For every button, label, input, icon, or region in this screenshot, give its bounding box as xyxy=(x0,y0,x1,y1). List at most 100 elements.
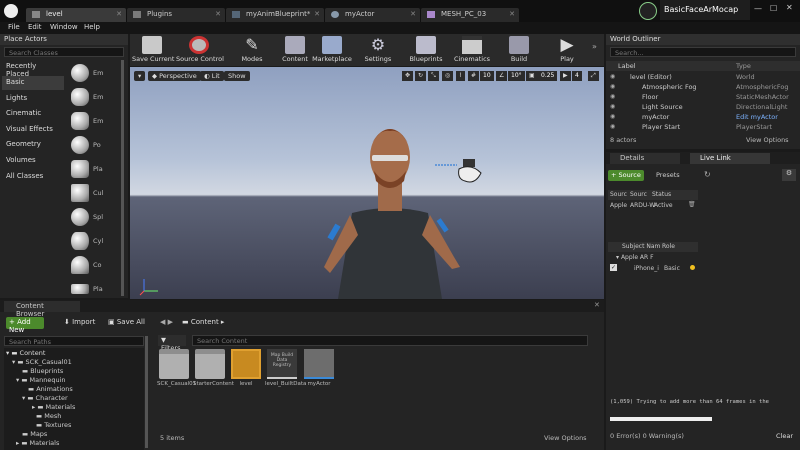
tree-item-textures[interactable]: ▬ Textures xyxy=(36,421,71,430)
tab-level[interactable]: level ✕ xyxy=(26,8,126,22)
back-arrow-icon[interactable]: ◀ ▶ xyxy=(160,318,173,326)
outliner-row-floor[interactable]: ◉ Floor StaticMeshActor xyxy=(606,92,800,102)
category-volumes[interactable]: Volumes xyxy=(2,154,64,168)
grid-snap-value[interactable]: 10 xyxy=(480,71,494,81)
tree-item-mannequin[interactable]: ▾ ▬ Mannequin xyxy=(16,376,66,385)
actor-gizmo-icon[interactable] xyxy=(435,155,485,187)
outliner-row-level[interactable]: ◉ level (Editor) World xyxy=(606,72,800,82)
outliner-row-myactor[interactable]: ◉ myActor Edit myActor xyxy=(606,112,800,122)
build-button[interactable]: Build xyxy=(502,34,536,66)
place-actors-scrollbar[interactable] xyxy=(121,60,124,296)
grid-snap-icon[interactable]: # xyxy=(468,71,480,81)
breadcrumb[interactable]: ▬ Content ▸ xyxy=(182,318,224,326)
close-icon[interactable]: ✕ xyxy=(314,10,320,18)
tab-plugins[interactable]: Plugins ✕ xyxy=(127,8,225,22)
tree-item-blueprints[interactable]: ▬ Blueprints xyxy=(22,367,63,376)
search-classes-input[interactable]: Search Classes xyxy=(4,47,124,57)
category-lights[interactable]: Lights xyxy=(2,92,64,106)
rotation-snap-value[interactable]: 10° xyxy=(508,71,525,81)
category-visual-effects[interactable]: Visual Effects xyxy=(2,123,64,137)
modes-button[interactable]: ✎ Modes xyxy=(234,34,270,66)
play-button[interactable]: ▶ Play xyxy=(550,34,584,66)
place-item-point-light[interactable]: Po xyxy=(68,134,120,156)
place-item-sphere[interactable]: Spl xyxy=(68,206,120,228)
category-recently-placed[interactable]: Recently Placed xyxy=(2,60,64,78)
level-viewport[interactable]: ▾ ◆ Perspective ◐ Lit Show ✥ ↻ ⤡ ◎ ⌇ # 1… xyxy=(130,67,604,299)
maximize-viewport-icon[interactable]: ⤢ xyxy=(588,71,599,81)
asset-level[interactable]: level xyxy=(229,349,263,395)
tab-myactor[interactable]: myActor ✕ xyxy=(325,8,420,22)
category-all-classes[interactable]: All Classes xyxy=(2,170,64,184)
place-item-cube[interactable]: Cul xyxy=(68,182,120,204)
source-row[interactable]: Apple ARDU-W Active 🗑 xyxy=(608,201,698,211)
eye-icon[interactable]: ◉ xyxy=(610,83,615,90)
presets-button[interactable]: Presets xyxy=(656,171,680,179)
camera-speed-value[interactable]: 4 xyxy=(572,71,582,81)
tree-item-materials[interactable]: ▸ ▬ Materials xyxy=(32,403,75,412)
translate-tool-icon[interactable]: ✥ xyxy=(402,71,414,81)
subject-group[interactable]: ▾ Apple AR F xyxy=(616,254,654,261)
category-geometry[interactable]: Geometry xyxy=(2,138,64,152)
asset-myactor[interactable]: myActor xyxy=(302,349,336,395)
add-new-button[interactable]: + Add New xyxy=(6,317,44,334)
edit-myactor-link[interactable]: Edit myActor xyxy=(736,113,778,121)
place-item-cylinder[interactable]: Cyl xyxy=(68,230,120,252)
subject-row[interactable]: ✓ iPhone_i Basic xyxy=(608,264,700,274)
place-item-empty-pawn[interactable]: Em xyxy=(68,110,120,132)
close-window-button[interactable]: ✕ xyxy=(786,3,793,12)
save-current-button[interactable]: Save Current xyxy=(132,34,174,66)
eye-icon[interactable]: ◉ xyxy=(610,93,615,100)
content-view-options[interactable]: View Options xyxy=(544,434,587,442)
close-icon[interactable]: ✕ xyxy=(594,301,600,309)
scale-tool-icon[interactable]: ⤡ xyxy=(428,71,439,81)
world-space-icon[interactable]: ◎ xyxy=(442,71,454,81)
tree-item-animations[interactable]: ▬ Animations xyxy=(28,385,73,394)
settings-button[interactable]: ⚙ Settings xyxy=(360,34,396,66)
filters-button[interactable]: ▼ Filters xyxy=(158,335,186,352)
content-button[interactable]: Content xyxy=(280,34,310,66)
tab-mesh-pc-03[interactable]: MESH_PC_03 ✕ xyxy=(421,8,519,22)
asset-level-builtdata[interactable]: Map Build Data Registry level_BuiltData xyxy=(265,349,306,395)
subject-checkbox[interactable]: ✓ xyxy=(610,264,617,271)
asset-startercontent[interactable]: StarterContent xyxy=(193,349,234,395)
close-icon[interactable]: ✕ xyxy=(410,10,416,18)
refresh-icon[interactable]: ↻ xyxy=(704,170,711,179)
search-paths-input[interactable]: Search Paths xyxy=(4,336,144,346)
menu-window[interactable]: Window xyxy=(50,23,78,31)
tree-item-maps[interactable]: ▬ Maps xyxy=(22,430,47,439)
outliner-row-atmospheric-fog[interactable]: ◉ Atmospheric Fog AtmosphericFog xyxy=(606,82,800,92)
tab-details[interactable]: Details xyxy=(610,153,680,164)
scale-snap-icon[interactable]: ▣ xyxy=(526,71,538,81)
close-icon[interactable]: ✕ xyxy=(116,10,122,18)
place-item-cone[interactable]: Co xyxy=(68,254,120,276)
outliner-row-player-start[interactable]: ◉ Player Start PlayerStart xyxy=(606,122,800,132)
marketplace-button[interactable]: Marketplace xyxy=(312,34,352,66)
tree-item-content[interactable]: ▾ ▬ Content xyxy=(6,349,45,358)
scale-snap-value[interactable]: 0.25 xyxy=(538,71,558,81)
tree-item-character[interactable]: ▾ ▬ Character xyxy=(22,394,68,403)
outliner-search-input[interactable]: Search... xyxy=(610,47,796,57)
tree-item-mesh[interactable]: ▬ Mesh xyxy=(36,412,61,421)
perspective-button[interactable]: ◆ Perspective xyxy=(148,71,201,81)
place-item-player-start[interactable]: Pla xyxy=(68,158,120,180)
tree-scrollbar[interactable] xyxy=(145,336,148,448)
tab-live-link[interactable]: Live Link xyxy=(690,153,770,164)
eye-icon[interactable]: ◉ xyxy=(610,123,615,130)
character-model[interactable] xyxy=(310,117,470,299)
asset-sck-casual01[interactable]: SCK_Casual01 xyxy=(157,349,196,395)
tab-myanimblueprint[interactable]: myAnimBlueprint* ✕ xyxy=(226,8,324,22)
import-button[interactable]: ⬇ Import xyxy=(64,318,95,326)
content-browser-title[interactable]: Content Browser xyxy=(4,301,80,318)
menu-edit[interactable]: Edit xyxy=(28,23,42,31)
source-control-button[interactable]: Source Control xyxy=(176,34,224,66)
category-basic[interactable]: Basic xyxy=(2,76,64,90)
rotate-tool-icon[interactable]: ↻ xyxy=(415,71,427,81)
lit-button[interactable]: ◐ Lit xyxy=(200,71,224,81)
place-item-empty-character[interactable]: Em xyxy=(68,86,120,108)
gear-icon[interactable]: ⚙ xyxy=(782,169,796,181)
eye-icon[interactable]: ◉ xyxy=(610,73,615,80)
place-item-empty-actor[interactable]: Em xyxy=(68,62,120,84)
clear-button[interactable]: Clear xyxy=(776,432,793,440)
menu-file[interactable]: File xyxy=(8,23,20,31)
tree-item-materials-root[interactable]: ▸ ▬ Materials xyxy=(16,439,59,448)
